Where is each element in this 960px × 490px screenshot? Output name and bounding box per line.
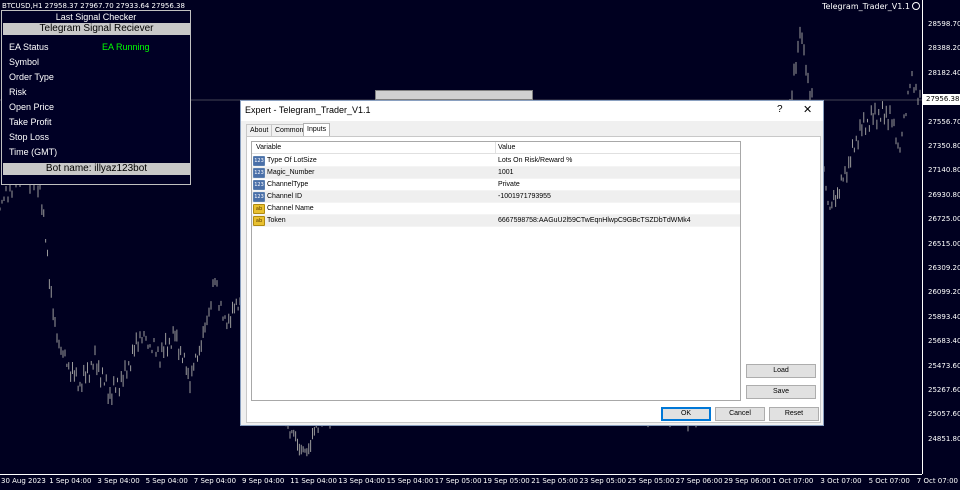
price-tick: 28182.40 bbox=[928, 68, 960, 77]
load-button[interactable]: Load bbox=[746, 364, 816, 378]
trading-terminal: BTCUSD,H1 27958.37 27967.70 27933.64 279… bbox=[0, 0, 960, 490]
panel-row-ea-status: EA Status bbox=[9, 42, 49, 52]
dialog-title: Expert - Telegram_Trader_V1.1 bbox=[245, 105, 371, 115]
price-tick: 26930.80 bbox=[928, 190, 960, 199]
time-tick: 7 Sep 04:00 bbox=[193, 477, 237, 485]
ea-name: Telegram_Trader_V1.1 bbox=[821, 2, 910, 11]
expert-dialog: Expert - Telegram_Trader_V1.1 ? ✕ About … bbox=[240, 100, 824, 426]
current-price-label: 27956.38 bbox=[922, 94, 960, 105]
column-variable[interactable]: Variable bbox=[256, 144, 281, 151]
text-icon: ab bbox=[253, 216, 265, 226]
time-axis: 30 Aug 2023 1 Sep 04:00 3 Sep 04:00 5 Sep 0… bbox=[0, 474, 958, 490]
panel-row-risk: Risk bbox=[9, 87, 27, 97]
price-tick: 25473.60 bbox=[928, 361, 960, 370]
table-row[interactable]: 123 Type Of LotSize Lots On Risk/Reward … bbox=[252, 155, 740, 167]
time-tick: 30 Aug 2023 bbox=[1, 477, 46, 485]
table-row[interactable]: 123 ChannelType Private bbox=[252, 179, 740, 191]
time-tick: 5 Sep 04:00 bbox=[145, 477, 188, 485]
price-tick: 28388.20 bbox=[928, 44, 960, 53]
panel-row-symbol: Symbol bbox=[9, 57, 40, 67]
inputs-table: Variable Value 123 Type Of LotSize Lots … bbox=[251, 141, 741, 401]
numeric-icon: 123 bbox=[253, 180, 265, 190]
time-tick: 11 Sep 04:00 bbox=[290, 477, 337, 485]
table-header: Variable Value bbox=[252, 142, 740, 154]
price-tick: 25267.60 bbox=[928, 386, 960, 394]
panel-title: Last Signal Checker bbox=[2, 11, 190, 23]
panel-row-stop-loss: Stop Loss bbox=[9, 132, 50, 142]
bot-name: Bot name: illyaz123bot bbox=[3, 163, 190, 175]
time-tick: 17 Sep 05:00 bbox=[434, 477, 482, 485]
column-divider[interactable] bbox=[495, 142, 496, 154]
time-tick: 1 Oct 07:00 bbox=[772, 477, 814, 485]
smiley-icon bbox=[912, 2, 920, 10]
price-tick: 25893.40 bbox=[928, 312, 960, 321]
time-tick: 19 Sep 05:00 bbox=[483, 477, 530, 485]
dialog-titlebar[interactable]: Expert - Telegram_Trader_V1.1 ? ✕ bbox=[241, 101, 823, 121]
time-tick: 27 Sep 06:00 bbox=[675, 477, 723, 485]
time-tick: 3 Sep 04:00 bbox=[97, 477, 140, 485]
row-value[interactable]: Lots On Risk/Reward % bbox=[498, 157, 572, 164]
numeric-icon: 123 bbox=[253, 156, 265, 166]
price-axis: 28598.7028388.2028182.4027766.6027556.70… bbox=[922, 0, 960, 474]
table-row[interactable]: 123 Channel ID -1001971793955 bbox=[252, 191, 740, 203]
row-variable: Token bbox=[267, 217, 286, 224]
row-variable: ChannelType bbox=[267, 181, 309, 188]
time-tick: 23 Sep 05:00 bbox=[579, 477, 627, 485]
ea-status-value: EA Running bbox=[102, 42, 150, 52]
table-row[interactable]: ab Channel Name bbox=[252, 203, 740, 215]
time-tick: 25 Sep 05:00 bbox=[627, 477, 675, 485]
row-value[interactable]: 1001 bbox=[498, 169, 514, 176]
row-value[interactable]: 6667598758:AAGuU2l59CTwEqnHlwpC9GBcTSZDb… bbox=[498, 217, 691, 224]
row-variable: Channel Name bbox=[267, 205, 314, 212]
time-tick: 13 Sep 04:00 bbox=[338, 477, 386, 485]
price-tick: 26309.20 bbox=[928, 264, 960, 272]
price-tick: 27556.70 bbox=[928, 117, 960, 126]
inputs-tab-panel: Variable Value 123 Type Of LotSize Lots … bbox=[246, 136, 821, 423]
numeric-icon: 123 bbox=[253, 168, 265, 178]
numeric-icon: 123 bbox=[253, 192, 265, 202]
price-tick: 26515.00 bbox=[928, 239, 960, 248]
save-button[interactable]: Save bbox=[746, 385, 816, 399]
text-icon: ab bbox=[253, 204, 265, 214]
panel-row-open-price: Open Price bbox=[9, 102, 55, 112]
table-row[interactable]: ab Token 6667598758:AAGuU2l59CTwEqnHlwpC… bbox=[252, 215, 740, 227]
price-tick: 28598.70 bbox=[928, 20, 960, 28]
time-tick: 15 Sep 04:00 bbox=[386, 477, 434, 485]
help-button[interactable]: ? bbox=[777, 104, 783, 115]
price-tick: 27140.80 bbox=[928, 166, 960, 175]
cancel-button[interactable]: Cancel bbox=[715, 407, 765, 421]
time-tick: 1 Sep 04:00 bbox=[49, 477, 92, 485]
close-button[interactable]: ✕ bbox=[803, 103, 812, 116]
panel-row-time: Time (GMT) bbox=[9, 147, 58, 157]
panel-row-order-type: Order Type bbox=[9, 72, 54, 82]
time-tick: 29 Sep 06:00 bbox=[724, 477, 771, 485]
price-tick: 25683.40 bbox=[928, 337, 960, 346]
row-value[interactable]: -1001971793955 bbox=[498, 193, 551, 200]
table-row[interactable]: 123 Magic_Number 1001 bbox=[252, 167, 740, 179]
time-tick: 9 Sep 04:00 bbox=[242, 477, 285, 485]
ea-name-label: Telegram_Trader_V1.1 bbox=[822, 2, 920, 11]
time-tick: 3 Oct 07:00 bbox=[820, 477, 862, 485]
time-tick: 21 Sep 05:00 bbox=[531, 477, 578, 485]
price-tick: 26725.00 bbox=[928, 215, 960, 224]
price-tick: 26099.20 bbox=[928, 288, 960, 297]
panel-row-take-profit: Take Profit bbox=[9, 117, 52, 127]
price-tick: 24851.80 bbox=[928, 434, 960, 443]
panel-subtitle: Telegram Signal Reciever bbox=[3, 23, 190, 35]
background-popup bbox=[375, 90, 533, 100]
time-tick: 5 Oct 07:00 bbox=[868, 477, 910, 485]
time-tick: 7 Oct 07:00 bbox=[916, 477, 958, 485]
price-tick: 25057.60 bbox=[928, 410, 960, 419]
price-tick: 27350.80 bbox=[928, 142, 960, 150]
reset-button[interactable]: Reset bbox=[769, 407, 819, 421]
row-value[interactable]: Private bbox=[498, 181, 520, 188]
row-variable: Type Of LotSize bbox=[267, 157, 317, 164]
row-variable: Magic_Number bbox=[267, 169, 315, 176]
column-value[interactable]: Value bbox=[498, 144, 515, 151]
row-variable: Channel ID bbox=[267, 193, 303, 200]
ok-button[interactable]: OK bbox=[661, 407, 711, 421]
signal-checker-panel: Last Signal Checker Telegram Signal Reci… bbox=[1, 10, 191, 185]
symbol-info: BTCUSD,H1 27958.37 27967.70 27933.64 279… bbox=[2, 2, 185, 10]
